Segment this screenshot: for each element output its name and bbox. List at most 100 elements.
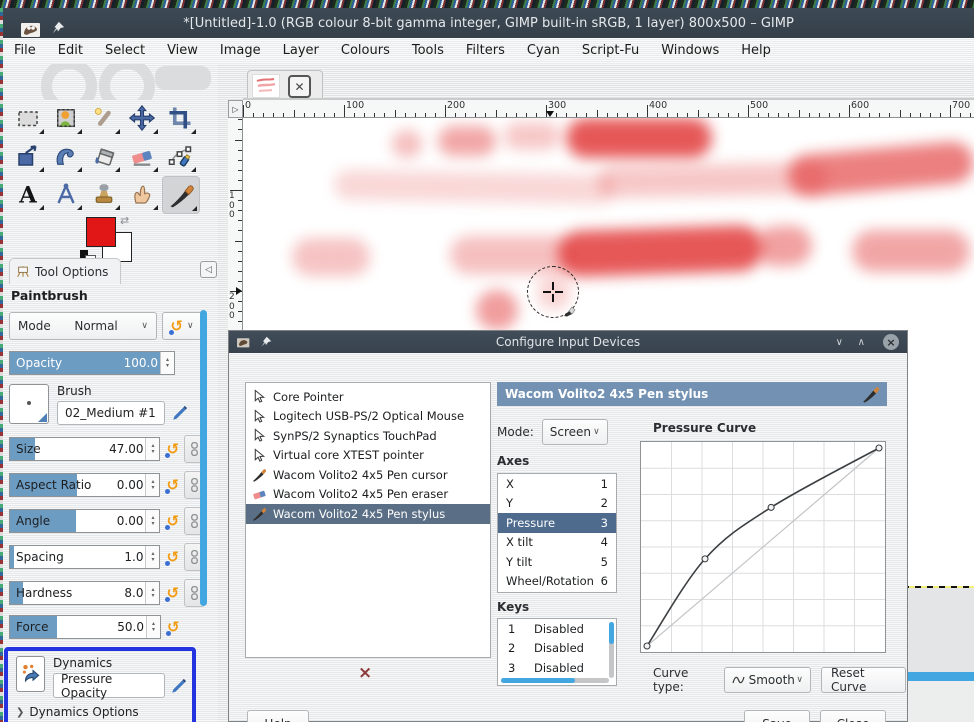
slider-spinner[interactable]: ▴ ▾ [145, 510, 160, 532]
curve-control-point[interactable] [767, 503, 775, 511]
tool-transform[interactable] [10, 138, 46, 174]
image-tab[interactable]: ✕ [247, 70, 323, 100]
tool-crop[interactable] [162, 100, 198, 136]
device-list-item[interactable]: SynPS/2 Synaptics TouchPad [246, 426, 490, 446]
menu-file[interactable]: File [3, 38, 47, 64]
foreground-color-swatch[interactable] [86, 217, 116, 247]
slider-spinner[interactable]: ▴ ▾ [145, 582, 160, 604]
device-list-item[interactable]: Wacom Volito2 4x5 Pen stylus [246, 504, 490, 524]
keys-h-scrollbar[interactable] [501, 678, 609, 683]
opacity-slider[interactable]: Opacity 100.0 ▴ ▾ [9, 351, 175, 375]
dialog-titlebar[interactable]: Configure Input Devices ∨ ∧ × [229, 331, 907, 353]
size-slider[interactable]: Size 47.00 ▴ ▾ [9, 437, 161, 461]
tool-text[interactable]: A [10, 176, 46, 212]
tab-tool-options[interactable]: Tool Options [9, 258, 121, 284]
tool-eraser[interactable] [124, 138, 160, 174]
menu-script-fu[interactable]: Script-Fu [571, 38, 650, 64]
device-list-item[interactable]: Wacom Volito2 4x5 Pen eraser [246, 485, 490, 505]
aspect-ratio-slider[interactable]: Aspect Ratio 0.00 ▴ ▾ [9, 473, 161, 497]
axis-row-x-tilt[interactable]: X tilt 4 [498, 533, 616, 553]
device-list-item[interactable]: Virtual core XTEST pointer [246, 446, 490, 466]
reset-icon[interactable]: ↺ [165, 441, 179, 458]
device-mode-dropdown[interactable]: Screen ∨ [541, 419, 608, 445]
menu-colours[interactable]: Colours [330, 38, 401, 64]
menu-view[interactable]: View [156, 38, 209, 64]
pressure-curve-canvas[interactable] [640, 441, 886, 653]
ruler-corner-button[interactable]: ▷ [228, 100, 243, 118]
menu-windows[interactable]: Windows [650, 38, 730, 64]
tool-rectangle-select[interactable] [10, 100, 46, 136]
tool-warp[interactable] [48, 138, 84, 174]
panel-menu-button[interactable]: ◁ [200, 261, 217, 278]
save-button[interactable]: Save [744, 710, 810, 722]
angle-slider[interactable]: Angle 0.00 ▴ ▾ [9, 509, 161, 533]
dialog-shade-icon[interactable]: ∨ [836, 337, 843, 348]
menu-filters[interactable]: Filters [455, 38, 516, 64]
spacing-slider[interactable]: Spacing 1.0 ▴ ▾ [9, 545, 161, 569]
reset-curve-button[interactable]: Reset Curve [821, 666, 906, 694]
close-button[interactable]: Close [820, 710, 886, 722]
menu-select[interactable]: Select [94, 38, 156, 64]
menu-layer[interactable]: Layer [272, 38, 330, 64]
opacity-spinner[interactable]: ▴ ▾ [160, 352, 174, 374]
slider-spinner[interactable]: ▴ ▾ [145, 438, 160, 460]
device-list-item[interactable]: Wacom Volito2 4x5 Pen cursor [246, 465, 490, 485]
reset-icon[interactable]: ↺ [165, 585, 179, 602]
dynamics-options-expander[interactable]: ❯ Dynamics Options [16, 705, 188, 719]
horizontal-ruler[interactable]: 0 100 200 300 400 500 600 700 [243, 100, 974, 118]
curve-type-dropdown[interactable]: Smooth ∨ [723, 667, 812, 693]
curve-control-point[interactable] [643, 642, 651, 650]
swap-colors-icon[interactable]: ⇄ [120, 214, 129, 227]
reset-icon[interactable]: ↺ [166, 619, 180, 636]
device-list-item[interactable]: Core Pointer [246, 387, 490, 407]
axis-row-x[interactable]: X1 [498, 474, 616, 494]
mode-reset-button[interactable]: ↺ ∨ [162, 312, 202, 340]
slider-spinner[interactable]: ▴ ▾ [145, 546, 160, 568]
edit-dynamics-pencil-icon[interactable] [170, 677, 188, 695]
tool-select-by-color[interactable] [48, 100, 84, 136]
menu-help[interactable]: Help [730, 38, 782, 64]
device-list-item[interactable]: Logitech USB-PS/2 Optical Mouse [246, 407, 490, 427]
tool-smudge[interactable] [124, 176, 160, 212]
force-slider[interactable]: Force 50.0 ▴ ▾ [9, 615, 161, 639]
tool-move[interactable] [124, 100, 160, 136]
window-titlebar[interactable]: *[Untitled]-1.0 (RGB colour 8-bit gamma … [3, 8, 974, 38]
axis-row-y-tilt[interactable]: Y tilt 5 [498, 552, 616, 572]
curve-control-point[interactable] [701, 555, 709, 563]
tool-paintbrush[interactable] [162, 176, 200, 214]
axis-row-y[interactable]: Y2 [498, 494, 616, 514]
dynamics-preview-button[interactable] [16, 656, 45, 692]
reset-icon[interactable]: ↺ [165, 549, 179, 566]
reset-icon[interactable]: ↺ [165, 513, 179, 530]
tool-clone[interactable] [86, 176, 122, 212]
help-button[interactable]: Help [247, 710, 309, 722]
axis-row-wheel-rotation[interactable]: Wheel/Rotation 6 [498, 572, 616, 592]
dialog-maximize-icon[interactable]: ∧ [858, 337, 865, 348]
tool-options-scrollbar[interactable] [200, 310, 207, 606]
menu-image[interactable]: Image [209, 38, 272, 64]
keys-v-scrollbar[interactable] [609, 622, 614, 678]
reset-icon[interactable]: ↺ [165, 477, 179, 494]
tab-close-icon[interactable]: ✕ [288, 75, 311, 98]
slider-spinner[interactable]: ▴ ▾ [145, 474, 160, 496]
pin-icon[interactable] [51, 21, 65, 35]
tool-paths[interactable] [162, 138, 198, 174]
brush-name-field[interactable]: 02_Medium #1 [57, 401, 165, 425]
key-row[interactable]: 2 Disabled [498, 639, 616, 659]
menu-cyan[interactable]: Cyan [516, 38, 571, 64]
brush-preview[interactable] [9, 384, 49, 424]
tool-bucket-fill[interactable] [86, 138, 122, 174]
dialog-close-button[interactable]: × [883, 334, 899, 350]
slider-spinner[interactable]: ▴ ▾ [146, 616, 160, 638]
vertical-ruler[interactable]: 100 200 [228, 118, 243, 330]
mode-dropdown[interactable]: Mode Normal ∨ [9, 312, 157, 340]
tool-fuzzy-select[interactable] [86, 100, 122, 136]
dynamics-field[interactable]: Pressure Opacity [53, 672, 165, 700]
edit-brush-pencil-icon[interactable] [171, 404, 189, 422]
keys-v-thumb[interactable] [609, 622, 614, 644]
menu-tools[interactable]: Tools [401, 38, 455, 64]
axis-row-pressure[interactable]: Pressure 3 [498, 513, 616, 533]
menu-edit[interactable]: Edit [47, 38, 94, 64]
curve-control-point[interactable] [875, 444, 883, 452]
hardness-slider[interactable]: Hardness 8.0 ▴ ▾ [9, 581, 161, 605]
